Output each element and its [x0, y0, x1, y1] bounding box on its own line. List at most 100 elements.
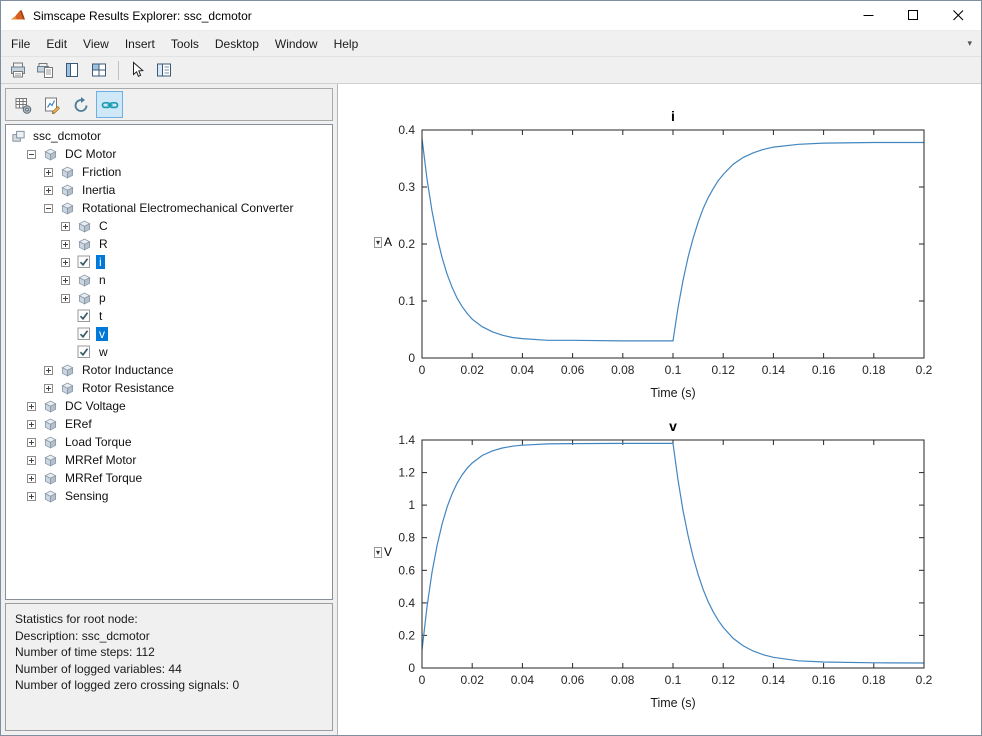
tree-node-dc-motor[interactable]: DC Motor — [6, 145, 332, 163]
block-icon — [59, 183, 75, 198]
refresh-button[interactable] — [67, 91, 94, 118]
expand-toggle-icon[interactable] — [44, 185, 55, 195]
tree-node-label[interactable]: ERef — [62, 417, 95, 431]
expand-toggle-icon[interactable] — [27, 455, 38, 465]
pointer-button[interactable] — [124, 59, 149, 82]
tree-node-label[interactable]: Friction — [79, 165, 124, 179]
svg-text:0.4: 0.4 — [398, 596, 415, 610]
tree-node-label[interactable]: Rotor Resistance — [79, 381, 177, 395]
expand-toggle-icon[interactable] — [61, 239, 72, 249]
menu-tools[interactable]: Tools — [163, 31, 207, 56]
tree-node-eref[interactable]: ERef — [6, 415, 332, 433]
y-axis-unit-dropdown[interactable]: ▾ V — [374, 545, 392, 559]
menu-file[interactable]: File — [3, 31, 38, 56]
minimize-button[interactable] — [846, 1, 891, 30]
print-preview-icon — [36, 61, 54, 79]
tree-node-mrref-torque[interactable]: MRRef Torque — [6, 469, 332, 487]
tree-node-label[interactable]: i — [96, 255, 105, 269]
tree-node-label[interactable]: p — [96, 291, 109, 305]
tree-node-label[interactable]: C — [96, 219, 111, 233]
stats-line: Description: ssc_dcmotor — [15, 628, 150, 643]
tree-node-label[interactable]: v — [96, 327, 108, 341]
y-axis-unit-dropdown[interactable]: ▾ A — [374, 235, 392, 249]
tree-node-mrref-motor[interactable]: MRRef Motor — [6, 451, 332, 469]
expand-toggle-icon[interactable] — [61, 257, 72, 267]
tree-node-label[interactable]: ssc_dcmotor — [30, 129, 104, 143]
tree-node-rotor-resistance[interactable]: Rotor Resistance — [6, 379, 332, 397]
tree-node-n[interactable]: n — [6, 271, 332, 289]
chevron-down-icon: ▾ — [374, 546, 383, 558]
menu-desktop[interactable]: Desktop — [207, 31, 267, 56]
tree-node-label[interactable]: w — [96, 345, 111, 359]
expand-toggle-icon[interactable] — [44, 383, 55, 393]
tree-node-r[interactable]: R — [6, 235, 332, 253]
block-icon — [76, 291, 92, 306]
tree-node-sensing[interactable]: Sensing — [6, 487, 332, 505]
expand-toggle-icon[interactable] — [27, 473, 38, 483]
statistics-options-button[interactable] — [9, 91, 36, 118]
expand-toggle-icon[interactable] — [44, 365, 55, 375]
collapse-toggle-icon[interactable] — [27, 149, 38, 159]
link-plots-icon — [101, 96, 119, 114]
tree-node-label[interactable]: Inertia — [79, 183, 118, 197]
tree-node-label[interactable]: R — [96, 237, 111, 251]
svg-text:0.06: 0.06 — [561, 363, 585, 377]
tree-node-label[interactable]: MRRef Torque — [62, 471, 145, 485]
collapse-toggle-icon[interactable] — [44, 203, 55, 213]
split-vertical-button[interactable] — [59, 59, 84, 82]
tree-node-c[interactable]: C — [6, 217, 332, 235]
tree-node-label[interactable]: DC Voltage — [62, 399, 129, 413]
block-icon — [42, 435, 58, 450]
tree-node-label[interactable]: DC Motor — [62, 147, 119, 161]
menu-help[interactable]: Help — [326, 31, 367, 56]
tree-node-w[interactable]: w — [6, 343, 332, 361]
menu-window[interactable]: Window — [267, 31, 326, 56]
expand-toggle-icon[interactable] — [27, 491, 38, 501]
tree-node-label[interactable]: Rotor Inductance — [79, 363, 176, 377]
tree-node-ssc-dcmotor[interactable]: ssc_dcmotor — [6, 127, 332, 145]
expand-toggle-icon[interactable] — [61, 221, 72, 231]
show-panel-button[interactable] — [151, 59, 176, 82]
maximize-button[interactable] — [891, 1, 936, 30]
menu-view[interactable]: View — [75, 31, 117, 56]
stats-line: Number of time steps: 112 — [15, 645, 155, 659]
block-icon — [42, 147, 58, 162]
expand-toggle-icon[interactable] — [61, 275, 72, 285]
tree-node-inertia[interactable]: Inertia — [6, 181, 332, 199]
tree-node-label[interactable]: Load Torque — [62, 435, 135, 449]
tree-node-t[interactable]: t — [6, 307, 332, 325]
expand-toggle-icon[interactable] — [61, 293, 72, 303]
tree-node-p[interactable]: p — [6, 289, 332, 307]
tile-windows-button[interactable] — [86, 59, 111, 82]
tree-node-label[interactable]: Sensing — [62, 489, 111, 503]
expand-toggle-icon[interactable] — [44, 167, 55, 177]
tree-node-load-torque[interactable]: Load Torque — [6, 433, 332, 451]
variable-icon — [76, 309, 92, 324]
tree-node-rotational-electromechanical-converter[interactable]: Rotational Electromechanical Converter — [6, 199, 332, 217]
print-button[interactable] — [5, 59, 30, 82]
expand-toggle-icon[interactable] — [27, 401, 38, 411]
tree-node-label[interactable]: Rotational Electromechanical Converter — [79, 201, 296, 215]
svg-text:1: 1 — [408, 498, 415, 512]
menu-overflow-chevron-icon[interactable]: ▾ — [967, 31, 972, 56]
tree-node-label[interactable]: t — [96, 309, 105, 323]
tree-node-rotor-inductance[interactable]: Rotor Inductance — [6, 361, 332, 379]
window-title: Simscape Results Explorer: ssc_dcmotor — [33, 8, 252, 23]
expand-toggle-icon[interactable] — [27, 437, 38, 447]
tree-node-i[interactable]: i — [6, 253, 332, 271]
tree-node-label[interactable]: n — [96, 273, 109, 287]
close-button[interactable] — [936, 1, 981, 30]
stats-line: Number of logged variables: 44 — [15, 661, 182, 676]
menu-insert[interactable]: Insert — [117, 31, 163, 56]
tree-node-friction[interactable]: Friction — [6, 163, 332, 181]
expand-toggle-icon[interactable] — [27, 419, 38, 429]
plot-options-button[interactable] — [38, 91, 65, 118]
tree-node-v[interactable]: v — [6, 325, 332, 343]
tree-node-dc-voltage[interactable]: DC Voltage — [6, 397, 332, 415]
svg-text:1.4: 1.4 — [398, 433, 415, 447]
print-preview-button[interactable] — [32, 59, 57, 82]
link-plots-button[interactable] — [96, 91, 123, 118]
tree-node-label[interactable]: MRRef Motor — [62, 453, 139, 467]
menu-edit[interactable]: Edit — [38, 31, 75, 56]
